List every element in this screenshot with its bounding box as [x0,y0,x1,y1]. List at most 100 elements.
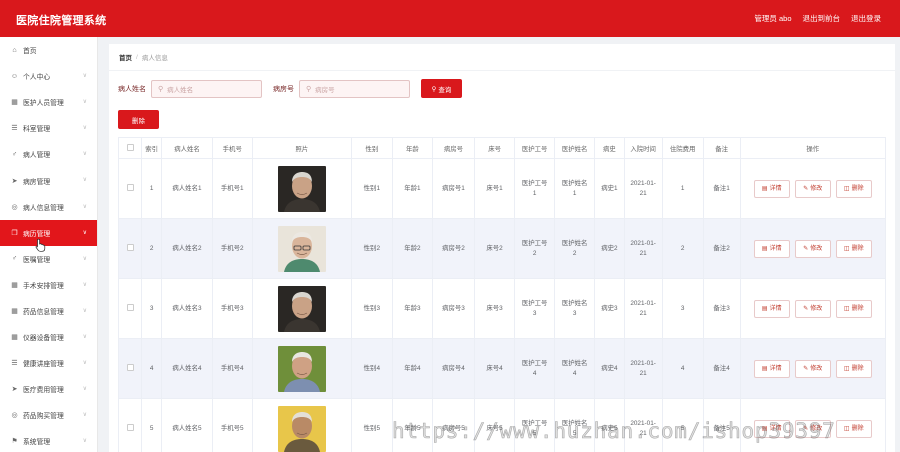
edit-button[interactable]: ✎ 修改 [794,299,831,318]
chevron-down-icon: ∨ [82,229,87,236]
sidebar-item[interactable]: ❐ 病历管理 ∨ [0,219,97,246]
name-search-input[interactable]: ⚲ 病人姓名 [151,79,262,98]
edit-button[interactable]: ✎ 修改 [794,419,831,438]
history-cell: 病史3 [594,278,625,339]
sidebar-item[interactable]: ▦ 药品信息管理 ∨ [0,298,97,324]
room-cell: 病房号5 [431,398,476,452]
sidebar-item[interactable]: ▦ 手术安排管理 ∨ [0,272,97,298]
edit-button[interactable]: ✎ 修改 [794,179,831,198]
patient-photo [277,225,326,272]
batch-delete-button[interactable]: 删除 [118,110,159,129]
table-row[interactable]: 2 病人姓名2 手机号2 性别2 年龄2 病房号2 床号2 医护工号 2 医护姓名 2 病史2 2021… [117,218,887,279]
actions-cell: ▤ 详情 ✎ 修改 ◫ 删除 [739,158,887,219]
sidebar-item-label: 病人信息管理 [23,204,64,212]
table-header-row: 索引 病人姓名 手机号 照片 性别 年龄 病房号 床号 医护工号 医护姓名 病史 入院时间 住院费用 备注… [117,137,887,159]
room-search-input[interactable]: ⚲ 病房号 [299,79,410,98]
send-icon: ➤ [11,386,18,394]
detail-button[interactable]: ▤ 详情 [753,179,790,198]
staff-name-cell: 医护姓名 1 [554,158,596,219]
table-row[interactable]: 3 病人姓名3 手机号3 性别3 年龄3 病房号3 床号3 医护工号 3 医护姓名 3 病史3 2021… [117,278,887,339]
edit-label: 修改 [810,305,823,312]
table-row[interactable]: 5 病人姓名5 手机号5 性别5 年龄5 病房号5 床号5 医护工号 5 医护姓名 5 病史5 2021… [117,398,887,452]
sidebar-item[interactable]: ☺ 个人中心 ∨ [0,63,97,89]
sidebar-item[interactable]: ☰ 科室管理 ∨ [0,115,97,141]
sidebar-item[interactable]: ☰ 健康讲座管理 ∨ [0,350,97,376]
search-button[interactable]: ⚲ 查询 [421,79,462,98]
row-checkbox[interactable] [126,304,134,312]
front-link[interactable]: 退出到前台 [803,13,841,24]
staff-no-cell: 医护工号 5 [514,398,556,452]
delete-button[interactable]: ◫ 删除 [835,179,872,198]
sidebar-item[interactable]: ▦ 仪器设备管理 ∨ [0,324,97,350]
edit-button[interactable]: ✎ 修改 [794,359,831,378]
sidebar-item-label: 医疗费用管理 [23,387,64,395]
admin-label: 管理员 abo [754,14,792,23]
cell-text: 2021-01- [630,419,656,427]
detail-button[interactable]: ▤ 详情 [753,359,790,378]
fee-cell: 4 [661,338,704,399]
sidebar-item[interactable]: ➤ 病房管理 ∨ [0,167,97,193]
chevron-down-icon: ∨ [82,360,87,367]
table-row[interactable]: 1 病人姓名1 手机号1 性别1 年龄1 病房号1 床号1 医护工号 1 医护姓名 1 病史1 2021… [117,158,887,219]
admission-date-cell: 2021-01- 21 [623,338,663,399]
staff-name-cell: 医护姓名 2 [554,218,596,279]
detail-button[interactable]: ▤ 详情 [753,299,790,318]
delete-button[interactable]: ◫ 删除 [835,419,872,438]
sidebar-item[interactable]: ⚑ 系统管理 ∨ [0,428,97,452]
row-select-cell[interactable] [117,338,143,399]
cell-text: 医护姓名 [561,359,588,367]
sidebar: ⌂ 首页 ☺ 个人中心 ∨ ▦ 医护人员管理 ∨ ☰ 科室管理 ∨ ♂ 病人管理 ∨ ➤ 病房管理 ∨ ◎ 病人信息… [0,37,98,452]
column-header: 病人姓名 [161,137,213,159]
sidebar-item[interactable]: ♂ 病人管理 ∨ [0,141,97,167]
cell-text: 2021-01- [630,299,656,307]
trash-icon: ◫ [843,425,850,432]
delete-button[interactable]: ◫ 删除 [835,359,872,378]
note-cell: 备注4 [702,338,741,399]
main-content: 首页 / 病人信息 病人姓名 ⚲ 病人姓名 病房号 ⚲ 病房号 ⚲ 查询 删除 [98,37,900,452]
delete-button[interactable]: ◫ 删除 [835,299,872,318]
sidebar-item[interactable]: ♂ 医嘱管理 ∨ [0,246,97,272]
gender-cell: 性别3 [350,278,393,339]
column-header: 年龄 [391,137,433,159]
row-select-cell[interactable] [117,278,143,339]
row-checkbox[interactable] [126,364,134,372]
name-cell: 病人姓名5 [161,398,213,452]
cell-text: 医护姓名 [561,419,588,427]
sidebar-item[interactable]: ⌂ 首页 [0,37,97,63]
select-all-checkbox[interactable] [126,144,134,152]
row-select-cell[interactable] [117,398,143,452]
delete-button[interactable]: ◫ 删除 [835,239,872,258]
delete-label: 删除 [851,305,864,312]
edit-button[interactable]: ✎ 修改 [794,239,831,258]
row-checkbox[interactable] [126,244,134,252]
select-all-cell[interactable] [117,137,143,159]
detail-label: 详情 [769,185,782,192]
row-select-cell[interactable] [117,218,143,279]
sidebar-item[interactable]: ◎ 病人信息管理 ∨ [0,194,97,220]
search-icon: ⚲ [306,85,312,93]
sidebar-item[interactable]: ▦ 医护人员管理 ∨ [0,89,97,115]
detail-button[interactable]: ▤ 详情 [753,239,790,258]
sidebar-item[interactable]: ◎ 药品购买管理 ∨ [0,402,97,428]
detail-icon: ▤ [761,365,768,372]
search-button-label: 查询 [438,86,452,94]
column-header: 备注 [702,137,741,159]
breadcrumb-home[interactable]: 首页 [119,52,132,62]
detail-button[interactable]: ▤ 详情 [753,419,790,438]
row-select-cell[interactable] [117,158,143,219]
sidebar-item-label: 医嘱管理 [23,256,51,264]
room-cell: 病房号4 [431,338,476,399]
row-checkbox[interactable] [126,424,134,432]
person-icon: ♂ [11,255,18,263]
logout-link[interactable]: 退出登录 [851,13,881,24]
age-cell: 年龄4 [391,338,433,399]
row-checkbox[interactable] [126,184,134,192]
detail-icon: ▤ [761,305,768,312]
trash-icon: ◫ [843,185,850,192]
actions-cell: ▤ 详情 ✎ 修改 ◫ 删除 [739,218,887,279]
table-row[interactable]: 4 病人姓名4 手机号4 性别4 年龄4 病房号4 床号4 医护工号 4 医护姓名 4 病史4 2021… [117,338,887,399]
sidebar-item[interactable]: ➤ 医疗费用管理 ∨ [0,376,97,402]
detail-label: 详情 [769,305,782,312]
cell-text: 4 [572,369,577,377]
admission-date-cell: 2021-01- 21 [623,278,663,339]
